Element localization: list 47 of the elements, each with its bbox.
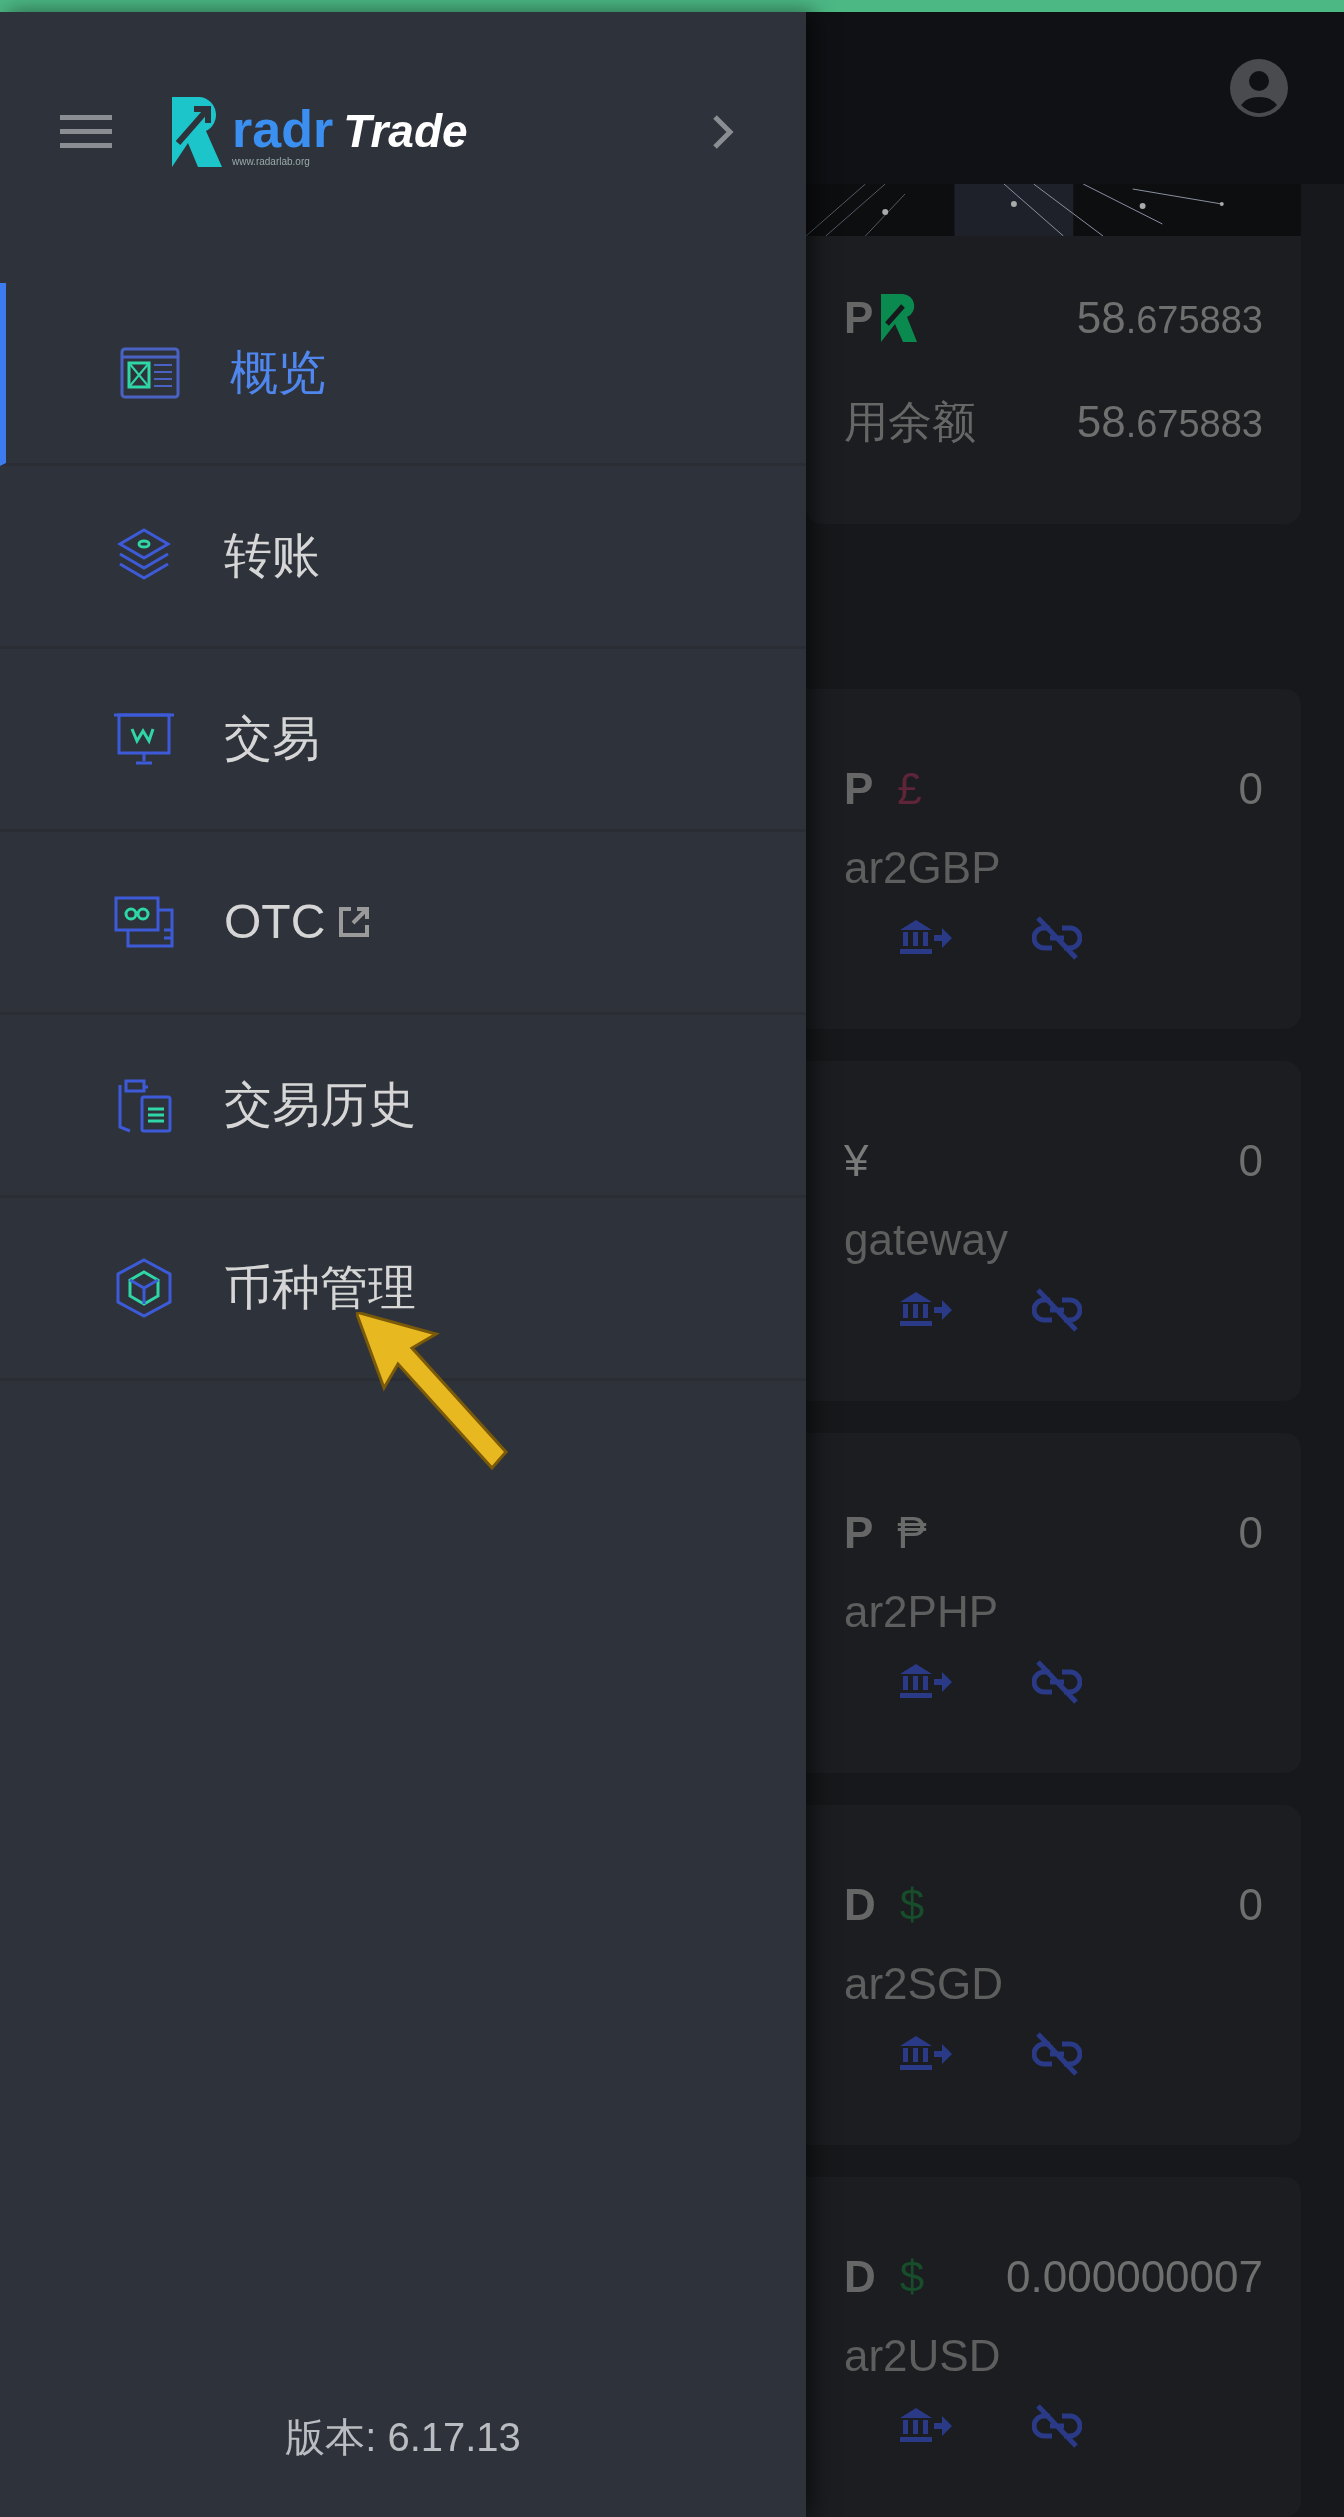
asset-name: ar2GBP xyxy=(844,846,1002,890)
link-off-icon[interactable] xyxy=(1032,914,1082,962)
nav-item[interactable]: OTC xyxy=(0,832,806,1015)
balance-amount: 58.675883 xyxy=(1076,292,1263,344)
logo-product: Trade xyxy=(343,108,468,154)
currency-symbol: ₱ xyxy=(897,1507,927,1559)
menu-icon[interactable] xyxy=(60,115,112,149)
currency-code: P xyxy=(844,1507,874,1559)
asset-amount: 0.000000007 xyxy=(1006,2251,1263,2303)
bank-transfer-icon[interactable] xyxy=(900,920,952,956)
asset-amount: 0 xyxy=(1238,1135,1263,1187)
currency-symbol: £ xyxy=(897,763,922,815)
nav-item[interactable]: 交易历史 xyxy=(0,1015,806,1198)
currency-code: P xyxy=(844,763,874,815)
link-off-icon[interactable] xyxy=(1032,2030,1082,2078)
r-logo-icon xyxy=(881,294,918,342)
currency-code: P xyxy=(844,292,874,344)
asset-name: ar2PHP xyxy=(844,1590,1000,1634)
chevron-right-icon[interactable] xyxy=(712,114,734,150)
currency-code: D xyxy=(844,2251,876,2303)
asset-name: gateway xyxy=(844,1218,1009,1262)
asset-name: ar2SGD xyxy=(844,1962,1004,2006)
currency-symbol: ¥ xyxy=(844,1135,869,1187)
asset-amount: 0 xyxy=(1238,1507,1263,1559)
nav-item[interactable]: 转账 xyxy=(0,466,806,649)
bank-transfer-icon[interactable] xyxy=(900,1292,952,1328)
balance-amount: 58.675883 xyxy=(1076,396,1263,448)
logo-url: www.radarlab.org xyxy=(232,157,311,167)
bank-transfer-icon[interactable] xyxy=(900,2036,952,2072)
balance-label: 用余额 xyxy=(844,396,976,448)
asset-amount: 0 xyxy=(1238,763,1263,815)
logo-brand: radr xyxy=(232,103,334,155)
nav-item[interactable]: 交易 xyxy=(0,649,806,832)
version-label: 版本: 6.17.13 xyxy=(285,2414,521,2461)
avatar-icon[interactable] xyxy=(1230,59,1288,117)
asset-amount: 0 xyxy=(1238,1879,1263,1931)
link-off-icon[interactable] xyxy=(1032,2402,1082,2450)
bank-transfer-icon[interactable] xyxy=(900,2408,952,2444)
link-off-icon[interactable] xyxy=(1032,1658,1082,1706)
link-off-icon[interactable] xyxy=(1032,1286,1082,1334)
currency-symbol: $ xyxy=(899,2251,925,2303)
asset-name: ar2USD xyxy=(844,2334,1002,2378)
currency-symbol: $ xyxy=(899,1879,925,1931)
currency-code: D xyxy=(844,1879,876,1931)
bank-transfer-icon[interactable] xyxy=(900,1664,952,1700)
nav-item[interactable]: 概览 xyxy=(0,283,806,466)
r-logo-icon xyxy=(172,97,222,167)
